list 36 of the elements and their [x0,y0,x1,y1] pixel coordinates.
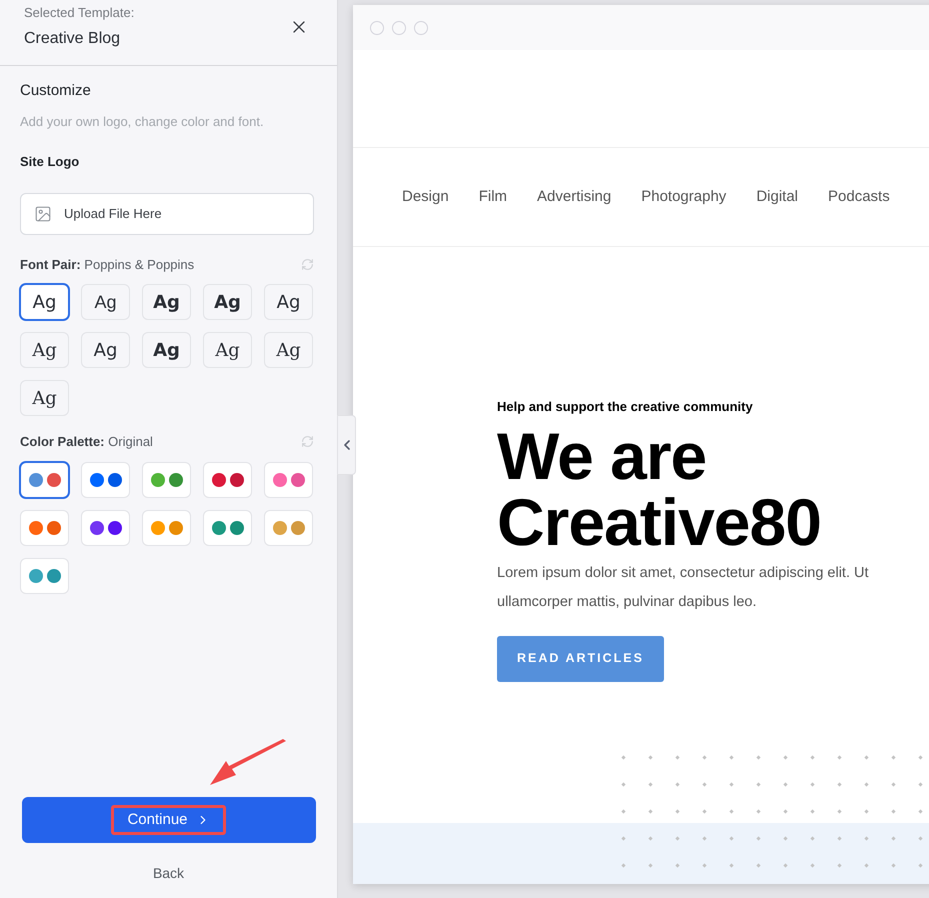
continue-label: Continue [111,805,226,835]
nav-link[interactable]: Design [402,186,449,208]
font-option[interactable]: Ag [81,332,130,368]
header-label: Selected Template: [24,4,134,22]
back-link[interactable]: Back [152,863,184,884]
font-option[interactable]: Ag [142,284,191,320]
font-option[interactable]: Ag [264,332,313,368]
color-option[interactable] [20,462,69,498]
site-logo-label: Site Logo [20,153,80,171]
font-pair-label: Font Pair: Poppins & Poppins [20,256,194,274]
font-option[interactable]: Ag [20,380,69,416]
nav-link[interactable]: Digital [756,186,798,208]
color-palette-label: Color Palette: Original [20,433,153,451]
template-name: Creative Blog [24,28,122,48]
hero-text: Lorem ipsum dolor sit amet, consectetur adipiscing elit. Ut ullamcorper mattis, pulvinar dapibus leo. [497,564,870,612]
continue-button[interactable]: Continue [22,797,316,843]
collapse-tab[interactable] [337,415,356,475]
image-icon [34,204,52,222]
nav-link[interactable]: Advertising [537,186,612,208]
nav-link[interactable]: Podcasts [828,186,890,208]
font-option[interactable]: Ag [203,284,252,320]
hero-eyebrow: Help and support the creative community [497,398,753,416]
nav-link[interactable]: Photography [641,186,726,208]
font-option[interactable]: Ag [81,284,130,320]
font-option[interactable]: Ag [20,284,69,320]
section-subtitle: Add your own logo, change color and font. [20,112,265,131]
nav-link[interactable]: Film [478,186,508,208]
refresh-icon [301,435,314,448]
hero-headline: We are Creative80 [497,422,822,554]
font-option[interactable]: Ag [203,332,252,368]
upload-field[interactable]: Upload File Here [20,192,314,234]
refresh-icon [301,258,314,271]
font-option[interactable]: Ag [20,332,69,368]
font-option[interactable]: Ag [142,332,191,368]
font-option[interactable]: Ag [264,284,313,320]
section-title: Customize [20,81,92,101]
